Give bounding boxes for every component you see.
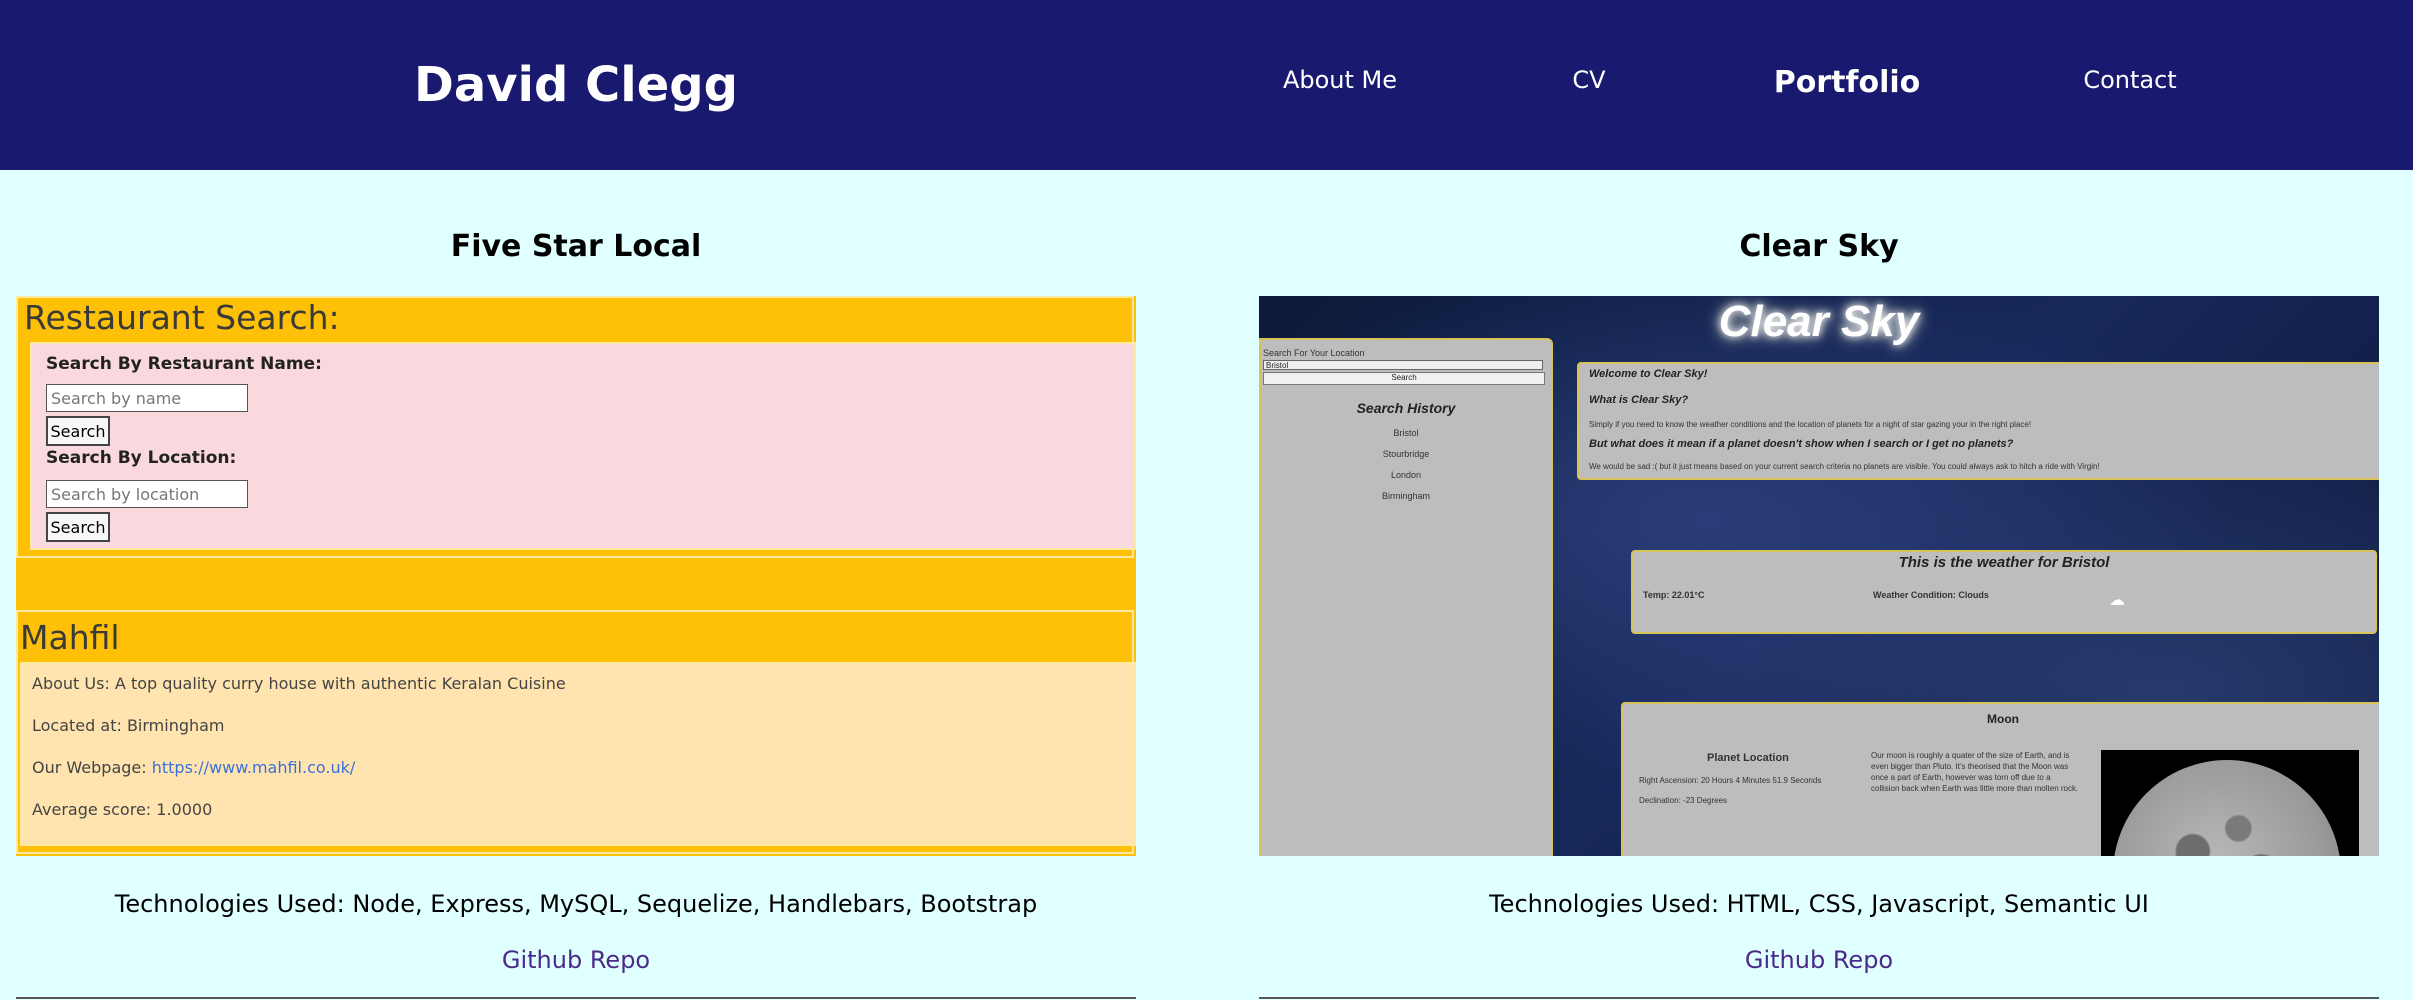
what-is-heading: What is Clear Sky? bbox=[1589, 394, 1689, 406]
history-item[interactable]: Birmingham bbox=[1261, 491, 1551, 501]
moon-disc bbox=[2113, 760, 2341, 856]
search-history-heading: Search History bbox=[1356, 400, 1456, 416]
search-location-label: Search For Your Location bbox=[1263, 348, 1365, 358]
history-item[interactable]: Bristol bbox=[1261, 428, 1551, 438]
what-is-text: Simply if you need to know the weather c… bbox=[1589, 420, 2032, 429]
question-heading: But what does it mean if a planet doesn'… bbox=[1589, 438, 2014, 450]
result-details: About Us: A top quality curry house with… bbox=[20, 662, 1136, 846]
moon-image bbox=[2101, 750, 2359, 856]
weather-temp: Temp: 22.01°C bbox=[1643, 590, 1705, 600]
welcome-heading: Welcome to Clear Sky! bbox=[1589, 368, 1708, 380]
moon-heading: Moon bbox=[1987, 712, 2019, 726]
clear-sky-technologies: Technologies Used: HTML, CSS, Javascript… bbox=[1489, 890, 2149, 918]
location-input[interactable]: Bristol bbox=[1263, 360, 1543, 370]
answer-text: We would be sad :( but it just means bas… bbox=[1589, 462, 2100, 471]
site-brand[interactable]: David Clegg bbox=[0, 0, 1152, 170]
project-title-five-star-local: Five Star Local bbox=[450, 229, 702, 264]
restaurant-search-heading: Restaurant Search: bbox=[24, 298, 340, 337]
nav-cv[interactable]: CV bbox=[1469, 0, 1709, 160]
moon-panel: Moon Planet Location Right Ascension: 20… bbox=[1621, 702, 2379, 856]
nav-about-me[interactable]: About Me bbox=[1220, 0, 1460, 160]
result-name: Mahfil bbox=[20, 618, 120, 657]
search-form-panel: Search By Restaurant Name: Search Search… bbox=[30, 342, 1136, 550]
clear-sky-screenshot: Clear Sky Search For Your Location Brist… bbox=[1259, 296, 2379, 856]
result-location: Located at: Birmingham bbox=[32, 716, 225, 735]
webpage-label: Our Webpage: bbox=[32, 758, 152, 777]
divider bbox=[16, 997, 1136, 999]
declination: Declination: -23 Degrees bbox=[1639, 796, 1728, 805]
result-webpage: Our Webpage: https://www.mahfil.co.uk/ bbox=[32, 758, 355, 777]
nav-contact[interactable]: Contact bbox=[2010, 0, 2250, 160]
site-header: David Clegg About Me CV Portfolio Contac… bbox=[0, 0, 2413, 170]
welcome-panel: Welcome to Clear Sky! What is Clear Sky?… bbox=[1577, 362, 2379, 480]
result-about: About Us: A top quality curry house with… bbox=[32, 674, 566, 693]
weather-condition: Weather Condition: Clouds bbox=[1873, 590, 1989, 600]
result-score: Average score: 1.0000 bbox=[32, 800, 213, 819]
divider bbox=[1259, 997, 2379, 999]
cloud-icon: ☁ bbox=[2109, 592, 2125, 609]
planet-location-heading: Planet Location bbox=[1707, 752, 1789, 764]
location-search-input[interactable] bbox=[46, 480, 248, 508]
nav-portfolio[interactable]: Portfolio bbox=[1727, 0, 1967, 160]
five-star-local-github-link[interactable]: Github Repo bbox=[16, 940, 1136, 980]
moon-description: Our moon is roughly a quater of the size… bbox=[1871, 751, 2079, 793]
name-search-button[interactable]: Search bbox=[46, 416, 110, 446]
clear-sky-github-link[interactable]: Github Repo bbox=[1259, 940, 2379, 980]
clear-sky-sidebar: Search For Your Location Bristol Search … bbox=[1259, 338, 1553, 856]
location-search-button[interactable]: Search bbox=[46, 512, 110, 542]
webpage-link[interactable]: https://www.mahfil.co.uk/ bbox=[152, 758, 356, 777]
name-search-input[interactable] bbox=[46, 384, 248, 412]
history-item[interactable]: London bbox=[1261, 470, 1551, 480]
weather-panel: This is the weather for Bristol Temp: 22… bbox=[1631, 550, 2377, 634]
five-star-local-technologies: Technologies Used: Node, Express, MySQL,… bbox=[114, 890, 1038, 918]
weather-heading: This is the weather for Bristol bbox=[1898, 554, 2110, 571]
history-item[interactable]: Stourbridge bbox=[1261, 449, 1551, 459]
project-title-clear-sky: Clear Sky bbox=[1739, 229, 1899, 264]
location-label: Search By Location: bbox=[46, 448, 237, 468]
right-ascension: Right Ascension: 20 Hours 4 Minutes 51.9… bbox=[1639, 776, 1822, 785]
location-search-button[interactable]: Search bbox=[1263, 372, 1545, 385]
five-star-local-screenshot: Restaurant Search: Search By Restaurant … bbox=[16, 296, 1136, 856]
name-label: Search By Restaurant Name: bbox=[46, 354, 322, 374]
